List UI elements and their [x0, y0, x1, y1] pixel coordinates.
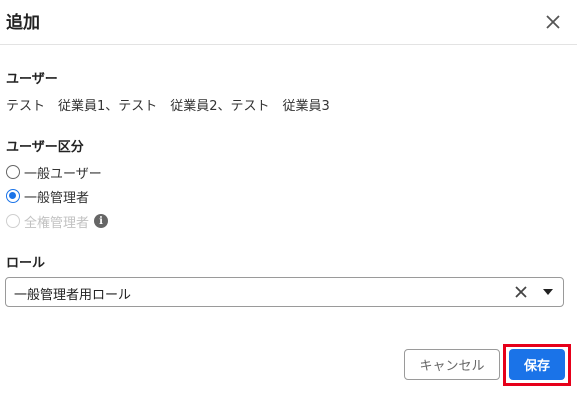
radio-button-disabled: [6, 214, 20, 228]
role-select-value: 一般管理者用ロール: [14, 288, 132, 303]
role-select[interactable]: 一般管理者用ロール: [5, 277, 564, 307]
radio-general-admin[interactable]: 一般管理者: [6, 186, 89, 206]
user-type-label: ユーザー区分: [6, 140, 84, 155]
caret-down-icon[interactable]: [543, 289, 553, 295]
radio-label: 全権管理者: [24, 215, 90, 231]
save-button[interactable]: 保存: [509, 349, 565, 380]
radio-button-checked[interactable]: [6, 189, 20, 203]
radio-label: 一般管理者: [24, 190, 90, 206]
radio-button[interactable]: [6, 165, 20, 179]
clear-icon[interactable]: [514, 285, 528, 299]
info-icon[interactable]: i: [94, 214, 109, 228]
radio-label: 一般ユーザー: [24, 166, 102, 182]
role-label: ロール: [6, 256, 46, 271]
dialog-header: 追加: [0, 0, 577, 45]
dialog-title: 追加: [6, 13, 40, 33]
users-label: ユーザー: [6, 72, 58, 87]
radio-full-admin: 全権管理者 i: [6, 211, 109, 231]
close-icon[interactable]: [542, 11, 564, 33]
users-value: テスト 従業員1、テスト 従業員2、テスト 従業員3: [6, 99, 330, 114]
cancel-button[interactable]: キャンセル: [404, 349, 500, 380]
radio-general-user[interactable]: 一般ユーザー: [6, 162, 102, 182]
